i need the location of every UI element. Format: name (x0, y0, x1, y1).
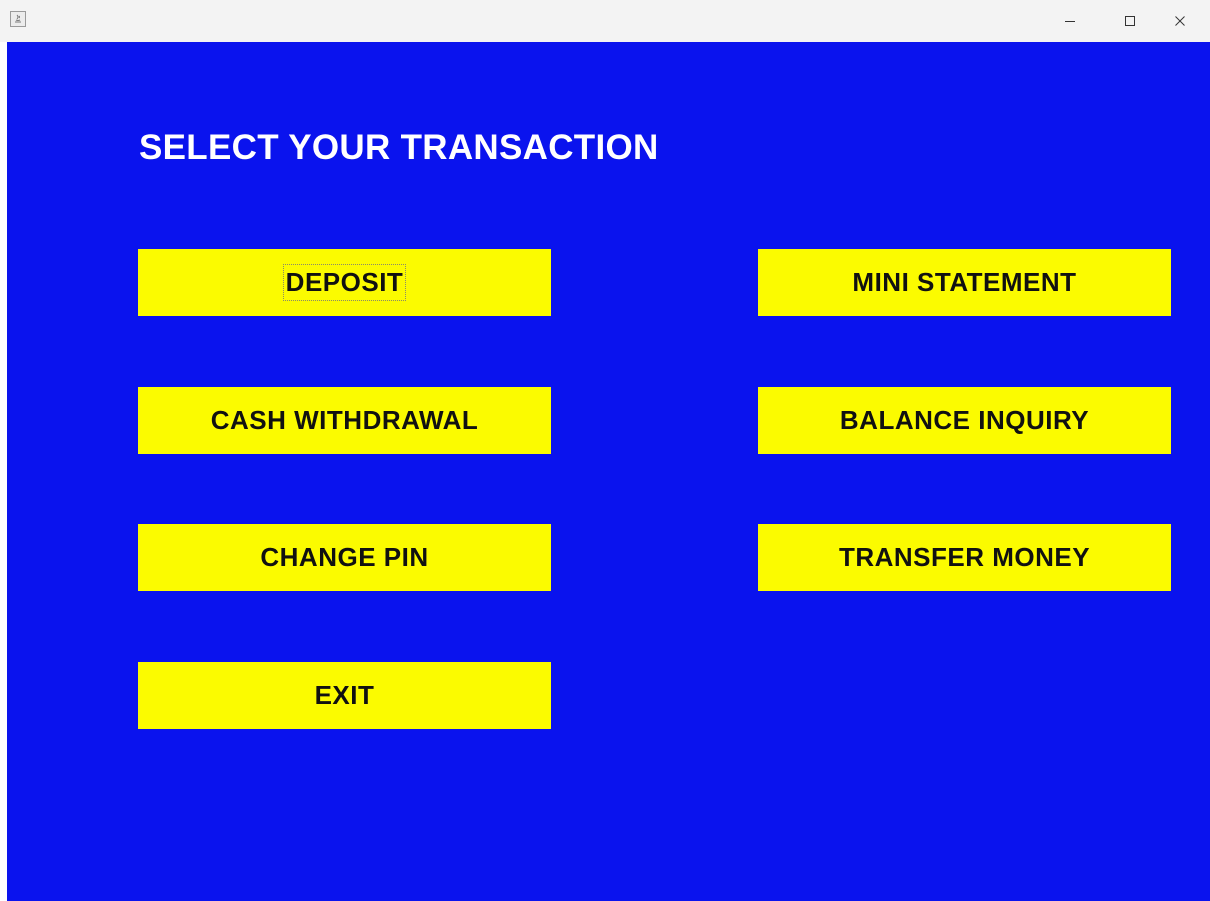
close-icon (1175, 16, 1185, 26)
transfer-money-button[interactable]: TRANSFER MONEY (758, 524, 1171, 591)
balance-inquiry-button-label: BALANCE INQUIRY (839, 405, 1090, 435)
cash-withdrawal-button[interactable]: CASH WITHDRAWAL (138, 387, 551, 454)
change-pin-button-label: CHANGE PIN (260, 542, 429, 572)
close-button[interactable] (1150, 0, 1210, 42)
java-app-icon (10, 11, 26, 27)
transfer-money-button-label: TRANSFER MONEY (838, 542, 1091, 572)
minimize-icon (1065, 21, 1075, 22)
mini-statement-button[interactable]: MINI STATEMENT (758, 249, 1171, 316)
cash-withdrawal-button-label: CASH WITHDRAWAL (210, 405, 479, 435)
minimize-button[interactable] (1040, 0, 1100, 42)
exit-button-label: EXIT (314, 680, 375, 710)
transaction-window: SELECT YOUR TRANSACTION DEPOSIT MINI STA… (0, 0, 1210, 901)
page-title: SELECT YOUR TRANSACTION (139, 128, 659, 167)
exit-button[interactable]: EXIT (138, 662, 551, 729)
maximize-icon (1125, 16, 1135, 26)
balance-inquiry-button[interactable]: BALANCE INQUIRY (758, 387, 1171, 454)
deposit-button[interactable]: DEPOSIT (138, 249, 551, 316)
change-pin-button[interactable]: CHANGE PIN (138, 524, 551, 591)
atm-panel: SELECT YOUR TRANSACTION DEPOSIT MINI STA… (7, 42, 1210, 901)
title-bar (0, 0, 1210, 42)
deposit-button-label: DEPOSIT (282, 264, 407, 301)
mini-statement-button-label: MINI STATEMENT (852, 267, 1077, 297)
